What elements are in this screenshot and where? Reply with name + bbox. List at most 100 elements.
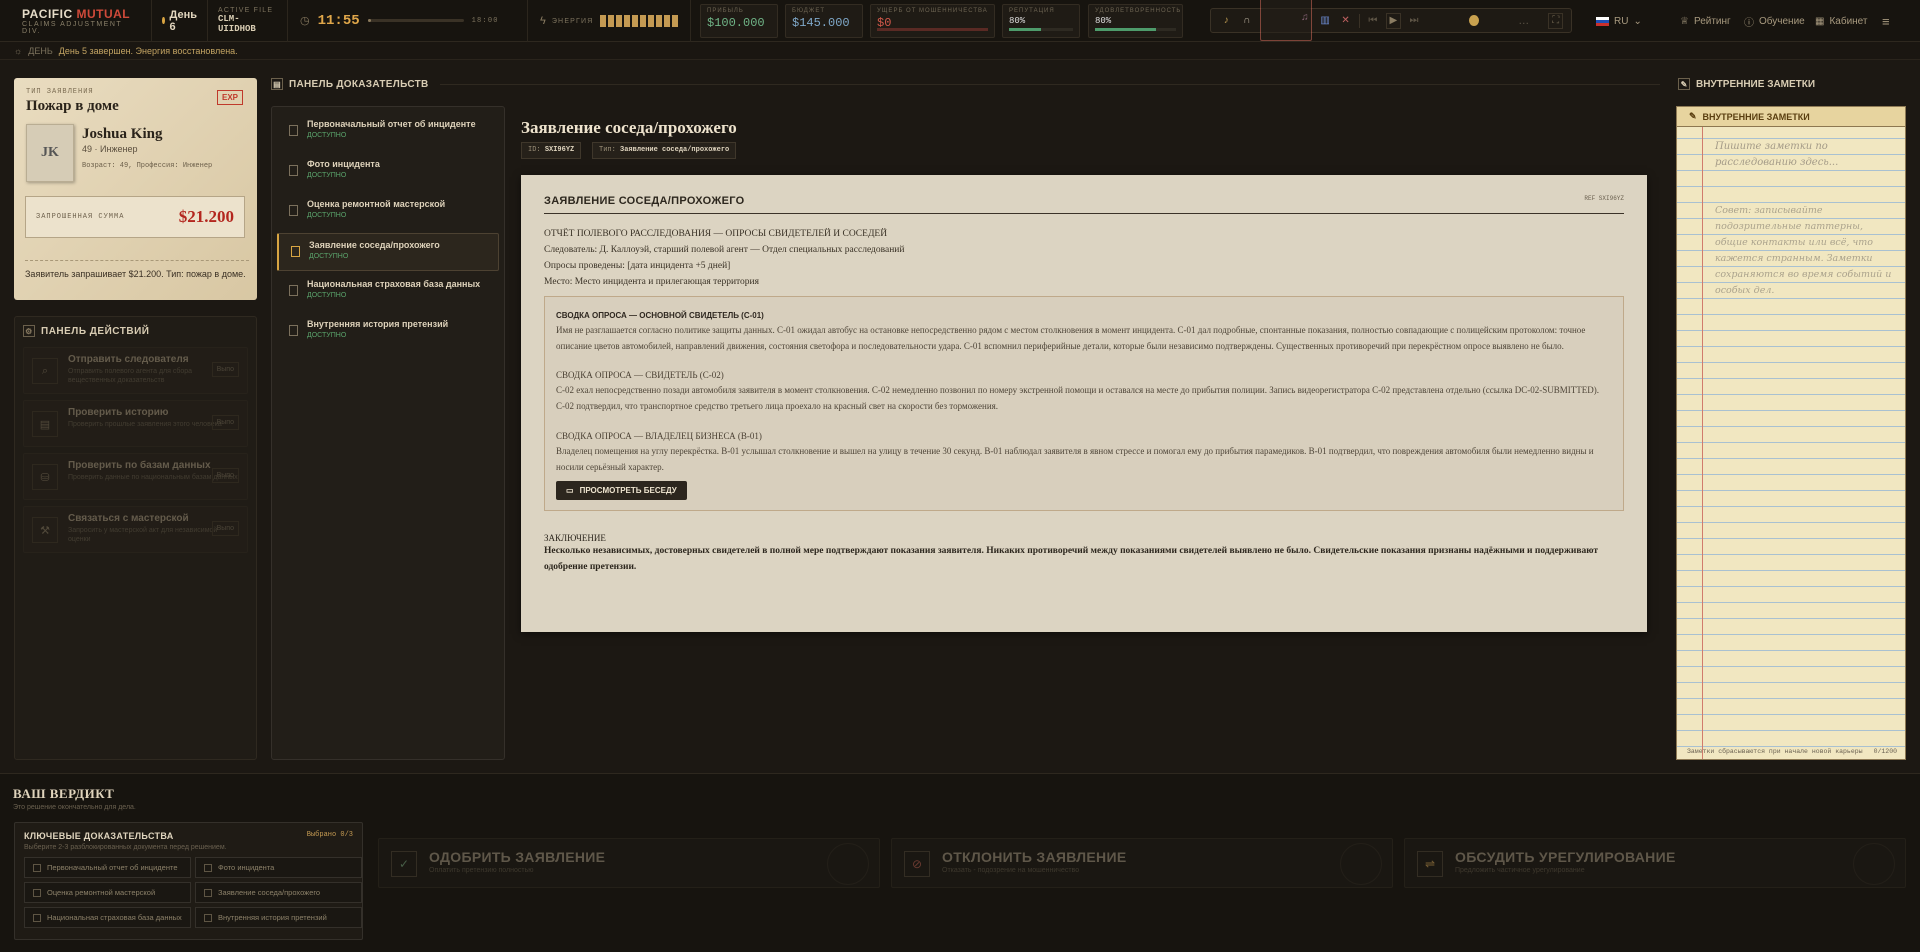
verdict-title: ВАШ ВЕРДИКТ [13,786,115,801]
nav-rating[interactable]: ♕ Рейтинг [1680,0,1731,42]
day-indicator: День 6 [152,0,208,42]
key-evidence-checkbox[interactable]: Первоначальный отчет об инциденте [24,857,191,878]
evidence-item-title: Заявление соседа/прохожего [309,240,440,250]
settle-label: ОБСУДИТЬ УРЕГУЛИРОВАНИЕ [1455,849,1676,865]
history-icon: ▤ [32,411,58,437]
notes-pad[interactable]: ✎ ВНУТРЕННИЕ ЗАМЕТКИ Пишите заметки по ра… [1676,106,1906,760]
menu-icon[interactable]: ≡ [1882,0,1890,42]
media-controls: ♪ ∩ ♫ ▥ ✕ ⏮ ▶ ⏭ … ⛶ [1210,0,1572,41]
brand-logo: PACIFIC MUTUAL CLAIMS ADJUSTMENT DIV. [0,0,152,42]
evidence-item-workshop-estimate[interactable]: Оценка ремонтной мастерской ДОСТУПНО [277,193,499,231]
evidence-item-national-database[interactable]: Национальная страховая база данных ДОСТУП… [277,273,499,311]
music-icon[interactable]: ♪ [1219,13,1233,29]
file-icon [289,285,298,296]
check-icon: ✓ [391,851,417,877]
flag-ru-icon [1596,16,1609,26]
stat-reputation-label: РЕПУТАЦИЯ [1009,8,1055,14]
headphones-icon[interactable]: ∩ [1239,13,1253,29]
next-track-icon[interactable]: ⏭ [1407,13,1421,29]
active-file-id: CLM-UIIDHOB [218,14,256,34]
nav-cabinet-label: Кабинет [1829,15,1868,27]
sun-icon: ☼ [14,45,23,56]
guitar-icon[interactable]: ♫ [1259,0,1312,41]
evidence-item-title: Оценка ремонтной мастерской [307,199,446,209]
evidence-item-incident-report[interactable]: Первоначальный отчет об инциденте ДОСТУПН… [277,113,499,151]
energy-label: ЭНЕРГИЯ [551,17,594,25]
fullscreen-icon[interactable]: ⛶ [1548,12,1564,29]
key-evidence-checkbox[interactable]: Оценка ремонтной мастерской [24,882,191,903]
notification-text: День 5 завершен. Энергия восстановлена. [58,45,238,56]
checkbox-icon [204,888,212,897]
stat-budget: БЮДЖЕТ $145.000 [785,4,863,38]
document-meta: ОТЧЁТ ПОЛЕВОГО РАССЛЕДОВАНИЯ — ОПРОСЫ СВ… [544,226,1624,290]
document-type: Заявление соседа/прохожего [620,146,730,154]
energy-segment [639,15,646,27]
action-send-investigator[interactable]: ⌕ Отправить следователя Отправить полевого… [23,347,248,394]
file-icon [289,325,298,336]
conclusion-text: Несколько независимых, достоверных свиде… [544,546,1599,573]
nav-training[interactable]: ⓘ Обучение [1744,0,1805,42]
settle-button[interactable]: ⇌ ОБСУДИТЬ УРЕГУЛИРОВАНИЕ Предложить части… [1404,838,1906,888]
witness-3-title: СВОДКА ОПРОСА — ВЛАДЕЛЕЦ БИЗНЕСА (В-01) [556,430,762,441]
action-contact-workshop[interactable]: ⚒ Связаться с мастерской Запросить у масте… [23,506,248,553]
settle-sub: Предложить частичное урегулирование [1455,867,1585,874]
prev-track-icon[interactable]: ⏮ [1366,13,1380,29]
language-select[interactable]: RU ⌄ [1596,0,1642,42]
action-run-button[interactable]: Выпо [211,415,239,430]
key-evidence-checkbox[interactable]: Заявление соседа/прохожего [195,882,362,903]
brand-accent: MUTUAL [76,6,131,21]
claimant-meta: Возраст: 49, Профессия: Инженер [82,162,213,170]
evidence-item-claims-history[interactable]: Внутренняя история претензий ДОСТУПНО [277,313,499,351]
action-check-databases[interactable]: ⛁ Проверить по базам данных Проверить данн… [23,453,248,500]
key-evidence-label: Первоначальный отчет об инциденте [47,863,178,872]
stat-reputation: РЕПУТАЦИЯ 80% [1002,4,1080,38]
notes-tip: Совет: записывайте подозрительные паттер… [1715,205,1892,296]
stat-profit-value: $100.000 [707,16,765,30]
energy-meter: ϟ ЭНЕРГИЯ [540,0,678,42]
stat-satisfaction-label: УДОВЛЕТВОРЕННОСТЬ [1095,8,1182,14]
edit-icon: ✎ [1689,111,1697,121]
evidence-item-witness-statement[interactable]: Заявление соседа/прохожего ДОСТУПНО [277,233,499,271]
volume-knob[interactable] [1469,15,1480,26]
key-evidence-hint: Выберите 2-3 разблокированных документа … [24,844,227,851]
chevron-down-icon: ⌄ [1633,15,1642,27]
chat-icon: ▭ [566,486,574,496]
notes-margin-line [1702,127,1703,759]
requested-sum-value: $21.200 [178,207,234,226]
help-icon: ⓘ [1744,17,1754,29]
file-icon [291,246,300,257]
notes-placeholder[interactable]: Пишите заметки по расследованию здесь... [1715,139,1895,171]
view-conversation-button[interactable]: ▭ ПРОСМОТРЕТЬ БЕСЕДУ [556,481,687,501]
lightning-icon: ϟ [540,15,546,27]
key-evidence-checkbox[interactable]: Национальная страховая база данных [24,907,191,928]
piano-icon[interactable]: ▥ [1318,13,1332,29]
action-run-button[interactable]: Выпо [211,521,239,536]
energy-bars [599,15,678,27]
witness-2-text: С-02 ехал непосредственно позади автомоб… [556,385,1600,412]
action-run-button[interactable]: Выпо [211,362,239,377]
evidence-item-title: Первоначальный отчет об инциденте [307,119,476,129]
nav-cabinet[interactable]: ▦ Кабинет [1815,0,1868,42]
action-run-button[interactable]: Выпо [211,468,239,483]
key-evidence-title: КЛЮЧЕВЫЕ ДОКАЗАТЕЛЬСТВА [24,831,174,841]
language-code: RU [1614,15,1629,27]
evidence-item-photos[interactable]: Фото инцидента ДОСТУПНО [277,153,499,191]
day-progress-bar [367,19,464,22]
key-evidence-checkbox[interactable]: Внутренняя история претензий [195,907,362,928]
file-icon [289,125,298,136]
meta-line: Место: Место инцидента и прилегающая тер… [544,277,760,287]
document-title: Заявление соседа/прохожего [521,118,737,137]
action-check-history[interactable]: ▤ Проверить историю Проверить прошлые заяв… [23,400,248,447]
more-icon[interactable]: … [1518,15,1529,27]
key-evidence-checkbox[interactable]: Фото инцидента [195,857,362,878]
reject-button[interactable]: ⊘ ОТКЛОНИТЬ ЗАЯВЛЕНИЕ Отказать - подозрени… [891,838,1393,888]
approve-button[interactable]: ✓ ОДОБРИТЬ ЗАЯВЛЕНИЕ Оплатить претензию по… [378,838,880,888]
energy-segment [599,15,606,27]
requested-sum: ЗАПРОШЕННАЯ СУММА $21.200 [25,196,245,238]
energy-segment [663,15,670,27]
tools-icon: ⚙ [23,325,35,337]
evidence-header: ▤ ПАНЕЛЬ ДОКАЗАТЕЛЬСТВ [271,78,429,90]
play-icon[interactable]: ▶ [1386,12,1401,29]
meta-line: ОТЧЁТ ПОЛЕВОГО РАССЛЕДОВАНИЯ — ОПРОСЫ СВ… [544,229,888,239]
mute-icon[interactable]: ✕ [1338,13,1352,29]
